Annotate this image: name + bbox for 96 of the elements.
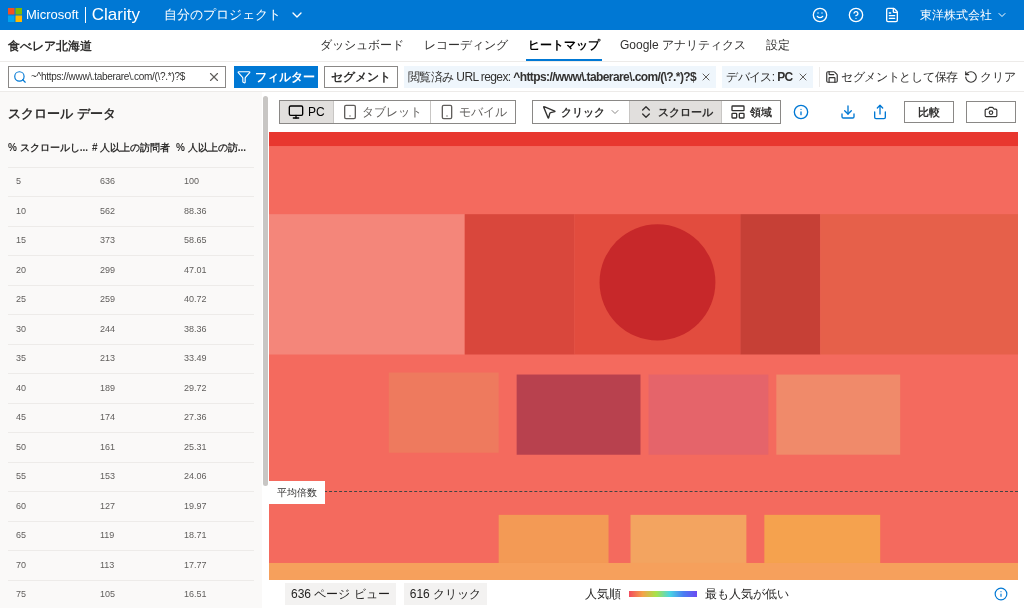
smiley-icon[interactable] (812, 7, 828, 23)
filter-chip[interactable]: 閲覧済み URL regex: ^https://www\.taberare\.com/(\?.*)?$ (404, 65, 717, 88)
table-cell-text: 58.65 (183, 234, 208, 247)
table-cell-text: 119 (99, 529, 116, 542)
share-icon[interactable] (872, 104, 888, 120)
screenshot-button[interactable] (966, 101, 1016, 123)
table-cell-text: 161 (99, 440, 117, 454)
table-cell-text: 127 (99, 499, 117, 513)
heat-legend (629, 591, 698, 597)
table-cell-text: 55 (15, 470, 27, 483)
table-cell-text: 15 (15, 234, 27, 247)
camera-icon (984, 105, 998, 119)
download-icon[interactable] (840, 104, 856, 120)
table-cell-text: 30 (15, 322, 27, 336)
table-cell-text: 100 (183, 175, 201, 188)
table-cell-text: 153 (99, 470, 117, 483)
search-field[interactable]: ~^https://www\.taberare\.com/(\?.*)?$ (8, 65, 226, 88)
product-name: Clarity (91, 4, 140, 27)
table-cell-text: 189 (99, 381, 117, 395)
compare-button[interactable]: 比較 (904, 101, 954, 123)
table-cell-text: 40 (15, 381, 27, 395)
project-dropdown[interactable]: 自分のプロジェクト (163, 5, 305, 25)
page-views-badge: 636 ページ ビュー (285, 583, 396, 605)
search-icon (13, 69, 27, 84)
table-cell-text: 299 (99, 263, 117, 277)
table-cell-text: 35 (15, 352, 27, 365)
table-cell-text: 16.51 (183, 588, 208, 601)
table-cell-text: 10 (15, 204, 27, 218)
segment-button[interactable]: セグメント (324, 65, 398, 88)
table-cell-text: 45 (15, 411, 27, 424)
brand-name: Microsoft (26, 6, 79, 25)
column-header: % 人以上の訪... (176, 140, 247, 155)
table-cell-text: 47.01 (183, 263, 208, 277)
table-cell-text: 27.36 (183, 411, 208, 424)
info-icon[interactable] (792, 104, 809, 120)
logo-icon (8, 8, 22, 22)
table-cell-text: 70 (15, 558, 27, 572)
table-cell-text: 75 (15, 588, 27, 601)
column-header: # 人以上の訪問者 (92, 140, 172, 155)
account-dropdown[interactable]: 東洋株式会社 (920, 6, 1008, 24)
device-tab[interactable]: PC (280, 101, 334, 123)
table-cell-text: 65 (15, 529, 27, 542)
column-header: % スクロールし... (8, 140, 89, 155)
table-cell-text: 50 (15, 440, 27, 454)
pointer-icon (540, 104, 557, 120)
table-cell-text: 24.06 (183, 470, 208, 483)
mode-tab[interactable]: スクロール (629, 101, 722, 123)
filter-chip[interactable]: デバイス: PC (722, 65, 813, 88)
table-cell-text: 562 (99, 204, 117, 218)
fold-label: 平均倍数 (269, 481, 325, 504)
site-name: 食べレア北海道 (8, 37, 92, 55)
nav-tab[interactable]: レコーディング (422, 30, 510, 61)
chip-text: デバイス: PC (726, 68, 793, 86)
table-cell-text: 17.77 (183, 558, 208, 572)
table-cell-text: 33.49 (183, 352, 208, 365)
document-icon[interactable] (884, 7, 900, 23)
table-cell-text: 373 (99, 234, 117, 247)
nav-tab[interactable]: ヒートマップ (526, 30, 602, 61)
clicks-badge: 616 クリック (403, 583, 488, 605)
table-cell-text: 88.36 (183, 204, 208, 218)
nav-tab[interactable]: 設定 (764, 30, 793, 61)
filter-button[interactable]: フィルター (234, 65, 318, 88)
table-cell-text: 113 (99, 558, 116, 572)
tablet-icon (341, 104, 358, 120)
table-cell-text: 29.72 (183, 381, 208, 395)
table-cell-text: 174 (99, 411, 117, 424)
help-icon[interactable] (848, 7, 864, 23)
search-value: ~^https://www\.taberare\.com/(\?.*)?$ (31, 70, 186, 84)
table-cell-text: 18.71 (183, 529, 208, 542)
nav-tab[interactable]: ダッシュボード (318, 30, 406, 61)
legend-low-label: 最も人気が低い (705, 586, 790, 603)
table-cell-text: 259 (99, 293, 117, 306)
clear-button[interactable]: クリア (964, 67, 1016, 86)
panel-title: スクロール データ (8, 105, 117, 123)
table-cell-text: 60 (15, 499, 27, 513)
table-cell-text: 25 (15, 293, 27, 306)
table-cell-text: 5 (15, 175, 22, 188)
table-cell-text: 636 (99, 175, 117, 188)
table-cell-text: 105 (99, 588, 117, 601)
table-cell-text: 25.31 (183, 440, 208, 454)
table-cell-text: 213 (99, 352, 117, 365)
legend-high-label: 人気順 (585, 586, 622, 603)
nav-tab[interactable]: Google アナリティクス (618, 30, 749, 61)
table-cell-text: 38.36 (183, 322, 208, 336)
table-cell-text: 19.97 (183, 499, 208, 513)
undo-icon (964, 69, 978, 84)
chip-text: 閲覧済み URL regex: ^https://www\.taberare\.com/(\?.*)?$ (408, 68, 697, 86)
save-segment-button[interactable]: セグメントとして保存 (825, 67, 958, 86)
table-cell-text: 20 (15, 263, 27, 277)
info-icon[interactable] (994, 587, 1008, 601)
layout-icon (729, 104, 746, 120)
monitor-icon (288, 104, 304, 120)
filter-icon (237, 69, 251, 84)
table-cell-text: 40.72 (183, 293, 208, 306)
save-icon (825, 69, 839, 84)
table-cell-text: 244 (99, 322, 117, 336)
